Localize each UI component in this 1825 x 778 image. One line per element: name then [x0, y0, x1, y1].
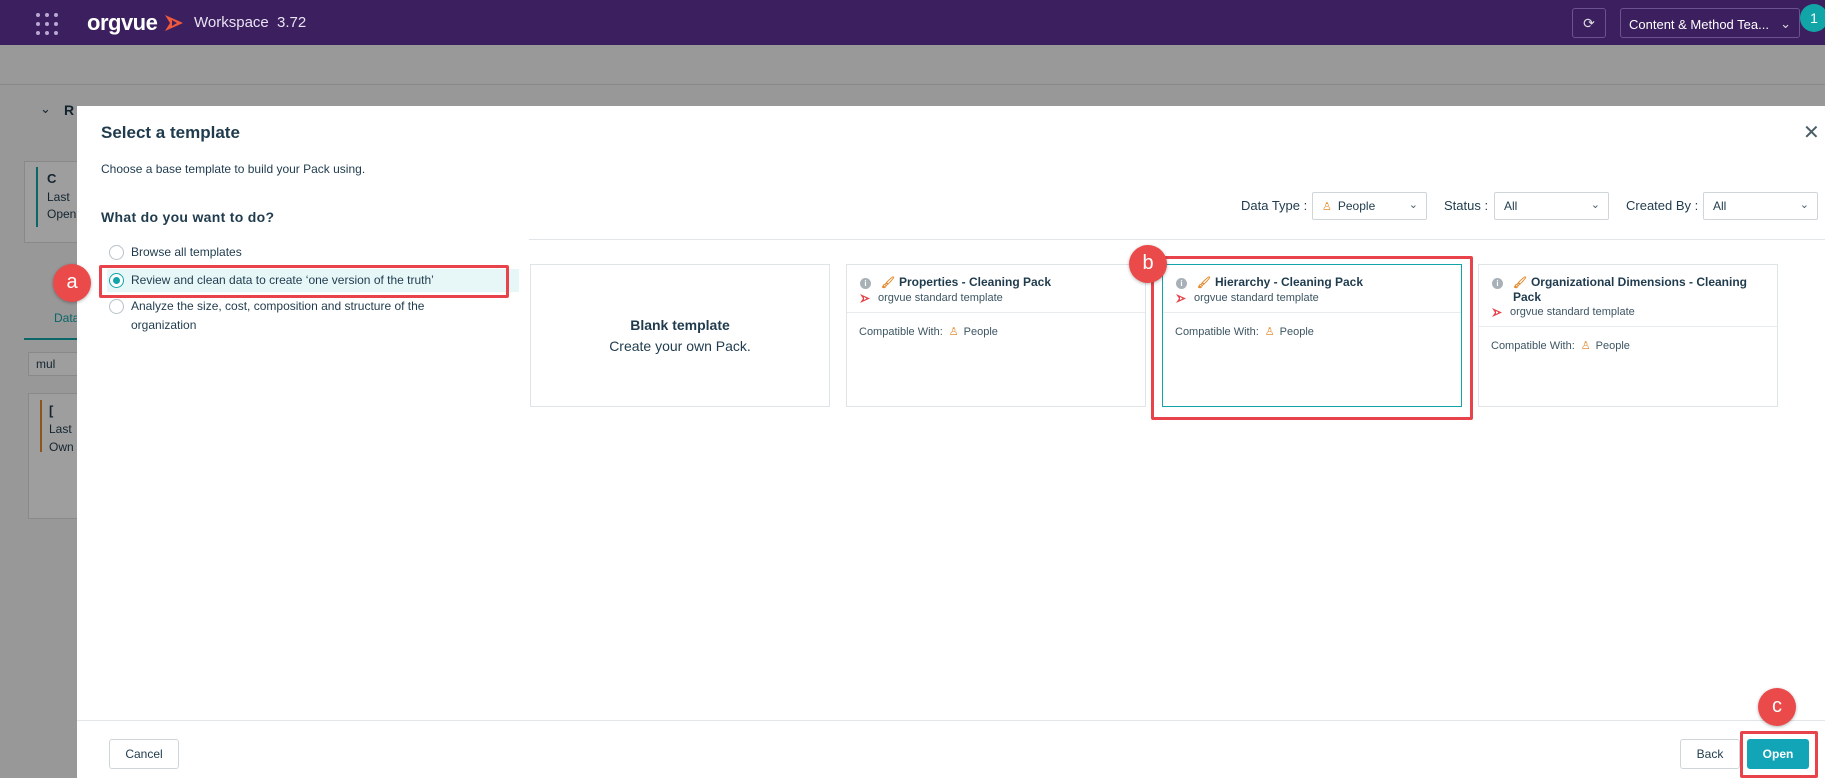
option-label: Browse all templates [131, 245, 242, 259]
chevron-down-icon: ⌄ [1590, 199, 1600, 211]
version-label: 3.72 [277, 14, 307, 31]
team-select[interactable]: Content & Method Tea... ⌄ [1620, 8, 1800, 38]
step-marker-a: a [53, 264, 91, 302]
cancel-button[interactable]: Cancel [109, 739, 179, 769]
status-label: Status : [1444, 198, 1489, 213]
data-type-select[interactable]: ♙ People ⌄ [1312, 192, 1427, 220]
chevron-down-icon: ⌄ [1780, 16, 1791, 31]
status-value: All [1504, 199, 1518, 213]
compat-label: Compatible With: [859, 325, 943, 338]
orgvue-logo[interactable]: orgvue [87, 10, 158, 36]
step-marker-c: c [1758, 688, 1796, 726]
highlight-box-b [1151, 256, 1473, 420]
template-card-header: i 🖌 Properties - Cleaning Pack orgvue sta… [847, 265, 1145, 313]
created-by-label: Created By : [1626, 198, 1699, 213]
template-card-header: i 🖌 Organizational Dimensions - Cleaning … [1479, 265, 1777, 327]
blank-template-title: Blank template [630, 317, 730, 333]
top-navigation-bar: orgvue Workspace 3.72 ⟳ Content & Method… [0, 0, 1825, 45]
template-source: orgvue standard template [1510, 306, 1635, 318]
compatibility-row: Compatible With: ♙ People [1479, 327, 1777, 364]
footer-divider [77, 720, 1825, 721]
app-launcher-icon[interactable] [36, 13, 58, 35]
refresh-icon: ⟳ [1583, 14, 1595, 31]
select-template-dialog: Select a template ✕ Choose a base templa… [77, 106, 1825, 778]
highlight-box-c [1740, 731, 1818, 778]
radio-button[interactable] [109, 299, 124, 314]
avatar[interactable]: 1 [1800, 4, 1825, 32]
data-type-value: People [1337, 199, 1376, 213]
option-browse-all[interactable]: Browse all templates [109, 243, 242, 262]
option-analyze[interactable]: Analyze the size, cost, composition and … [109, 297, 489, 335]
option-label: Analyze the size, cost, composition and … [131, 299, 425, 332]
compat-value: People [1595, 339, 1630, 352]
brush-icon: 🖌 [1513, 277, 1527, 289]
chevron-down-icon: ⌄ [1799, 199, 1809, 211]
compat-label: Compatible With: [1491, 339, 1575, 352]
orgvue-logo-mark-icon [165, 15, 183, 31]
person-icon: ♙ [1580, 340, 1591, 352]
team-select-value: Content & Method Tea... [1629, 17, 1769, 32]
back-button[interactable]: Back [1680, 739, 1740, 769]
data-type-label: Data Type : [1241, 198, 1308, 213]
sync-button[interactable]: ⟳ [1572, 8, 1606, 38]
template-title: Organizational Dimensions - Cleaning Pac… [1513, 275, 1747, 304]
created-by-select[interactable]: All ⌄ [1703, 192, 1818, 220]
chevron-down-icon: ⌄ [1408, 199, 1418, 211]
workspace-label: Workspace [194, 14, 269, 31]
close-icon[interactable]: ✕ [1803, 120, 1825, 145]
dialog-title: Select a template [101, 123, 240, 142]
compat-value: People [963, 325, 998, 338]
compatibility-row: Compatible With: ♙ People [847, 313, 1145, 350]
template-card-properties[interactable]: i 🖌 Properties - Cleaning Pack orgvue sta… [846, 264, 1146, 407]
person-icon: ♙ [948, 326, 959, 338]
template-card-org-dimensions[interactable]: i 🖌 Organizational Dimensions - Cleaning … [1478, 264, 1778, 407]
person-icon: ♙ [1322, 201, 1332, 213]
template-title: Properties - Cleaning Pack [898, 275, 1052, 289]
orgvue-logo-mark-icon [860, 293, 870, 303]
blank-template-card[interactable]: Blank template Create your own Pack. [530, 264, 830, 407]
radio-button[interactable] [109, 245, 124, 260]
template-source: orgvue standard template [878, 292, 1003, 304]
status-select[interactable]: All ⌄ [1494, 192, 1609, 220]
created-by-value: All [1713, 199, 1727, 213]
question-heading: What do you want to do? [101, 209, 275, 225]
divider [529, 239, 1825, 240]
brush-icon: 🖌 [881, 277, 895, 289]
dialog-description: Choose a base template to build your Pac… [101, 162, 366, 176]
highlight-box-a [99, 265, 509, 298]
info-icon[interactable]: i [1492, 278, 1503, 289]
info-icon[interactable]: i [860, 278, 871, 289]
blank-template-subtitle: Create your own Pack. [609, 338, 751, 354]
orgvue-logo-mark-icon [1492, 307, 1502, 317]
step-marker-b: b [1129, 245, 1167, 283]
